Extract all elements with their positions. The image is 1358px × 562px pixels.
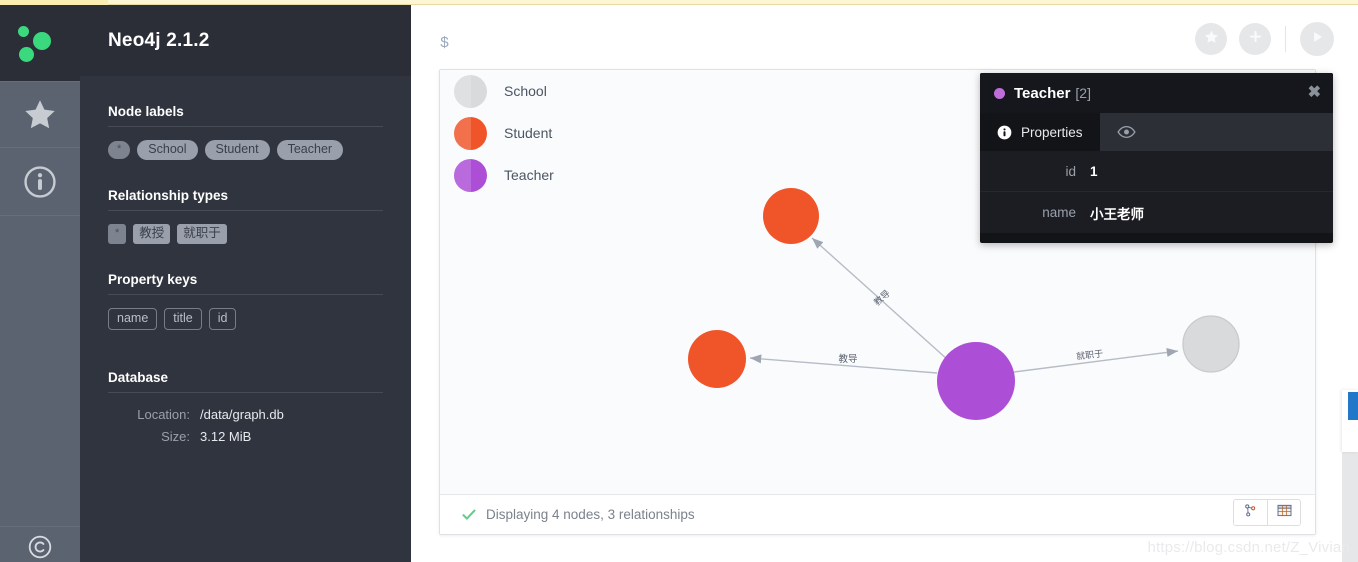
divider — [108, 391, 383, 393]
property-keys-chip-row: name title id — [108, 308, 383, 330]
inspector-node-id: [2] — [1075, 85, 1091, 101]
graph-view-icon — [1244, 503, 1257, 522]
eye-icon — [1116, 125, 1136, 139]
play-icon — [1309, 29, 1325, 50]
database-row-size: Size: 3.12 MiB — [108, 429, 383, 444]
icon-rail — [0, 5, 80, 562]
database-location-label: Location: — [137, 406, 190, 422]
copyright-icon — [27, 534, 53, 560]
rail-item-copyright[interactable] — [0, 526, 80, 562]
rel-label-teacher-school: 就职于 — [1075, 347, 1103, 361]
database-size-label: Size: — [161, 428, 190, 444]
rail-item-database-info[interactable] — [0, 149, 80, 216]
view-toggle-group — [1233, 499, 1301, 526]
property-value-id: 1 — [1090, 163, 1098, 179]
node-label-chip-student[interactable]: Student — [204, 140, 270, 160]
property-keys-heading: Property keys — [108, 272, 198, 288]
star-icon — [1203, 29, 1220, 50]
database-size-value: 3.12 MiB — [200, 428, 252, 444]
table-view-button[interactable] — [1267, 500, 1300, 525]
plus-icon — [1247, 28, 1264, 50]
inspector-tabs: Properties — [980, 113, 1333, 151]
node-labels-chip-row: * School Student Teacher — [108, 140, 383, 160]
divider — [108, 209, 383, 211]
result-status-bar: Displaying 4 nodes, 3 relationships — [440, 494, 1315, 534]
relationship-types-chip-row: * 教授 就职于 — [108, 223, 383, 245]
action-divider — [1285, 26, 1286, 52]
property-key-name: name — [1042, 205, 1076, 220]
rel-label-teacher-student-b: 教导 — [838, 353, 857, 365]
inspector-header: Teacher [2] ✖ — [980, 73, 1333, 113]
tab-properties-label: Properties — [1021, 124, 1083, 140]
divider — [108, 126, 383, 127]
node-labels-heading: Node labels — [108, 104, 184, 119]
table-view-icon — [1277, 504, 1292, 522]
rel-type-chip-jiuzhiyu[interactable]: 就职于 — [177, 223, 227, 245]
app-title: Neo4j 2.1.2 — [108, 29, 210, 51]
property-row-name: name 小王老师 — [980, 192, 1333, 233]
query-prompt-symbol: $ — [440, 35, 450, 52]
page-scrollbar-thumb[interactable] — [1348, 392, 1358, 420]
info-sidebar: Neo4j 2.1.2 Node labels * School Student… — [80, 5, 411, 562]
property-value-name: 小王老师 — [1090, 206, 1144, 222]
info-circle-icon — [23, 165, 57, 199]
result-status-text: Displaying 4 nodes, 3 relationships — [486, 507, 695, 522]
database-location-value: /data/graph.db — [200, 406, 284, 422]
node-color-dot — [994, 87, 1005, 99]
relationship-types-heading: Relationship types — [108, 187, 229, 203]
star-icon — [21, 97, 59, 133]
inspector-title: Teacher — [1014, 84, 1071, 102]
database-row-location: Location: /data/graph.db — [108, 407, 383, 422]
property-key-id: id — [1065, 163, 1076, 179]
app-logo — [0, 5, 80, 81]
graph-node-student-b[interactable] — [688, 330, 746, 388]
property-key-chip-id[interactable]: id — [208, 308, 237, 330]
run-query-button[interactable] — [1300, 22, 1334, 56]
graph-view-button[interactable] — [1234, 500, 1267, 525]
property-key-chip-name[interactable]: name — [108, 308, 158, 330]
info-circle-icon — [997, 125, 1012, 140]
rel-type-chip-jiaoshou[interactable]: 教授 — [133, 223, 171, 245]
node-label-chip-teacher[interactable]: Teacher — [276, 140, 344, 160]
graph-node-school[interactable] — [1182, 315, 1240, 373]
property-key-chip-title[interactable]: title — [164, 308, 202, 330]
divider — [108, 294, 383, 296]
rel-label-teacher-student-a: 教导 — [871, 287, 892, 307]
main-content: $ School Student Teacher 教导 教导 就职于 Displ… — [411, 5, 1358, 562]
neo4j-dots-logo-icon — [18, 23, 62, 65]
favorite-query-button[interactable] — [1195, 23, 1227, 55]
rel-type-chip-all[interactable]: * — [108, 223, 127, 245]
rail-item-favorites[interactable] — [0, 81, 80, 148]
tab-properties[interactable]: Properties — [980, 113, 1100, 151]
graph-node-student-a[interactable] — [763, 188, 819, 244]
neo4j-browser-window: Neo4j 2.1.2 Node labels * School Student… — [0, 0, 1358, 562]
database-details: Location: /data/graph.db Size: 3.12 MiB — [108, 407, 383, 444]
graph-node-teacher[interactable] — [937, 342, 1015, 420]
node-label-chip-all[interactable]: * — [108, 140, 131, 159]
tab-style[interactable] — [1100, 113, 1153, 151]
check-icon — [462, 509, 476, 521]
property-row-id: id 1 — [980, 151, 1333, 192]
editor-actions — [1195, 22, 1334, 56]
node-label-chip-school[interactable]: School — [137, 140, 198, 160]
inspector-properties: id 1 name 小王老师 — [980, 151, 1333, 233]
database-heading: Database — [108, 369, 169, 385]
add-query-button[interactable] — [1239, 23, 1271, 55]
node-inspector-panel: Teacher [2] ✖ Properties id 1 name 小王老师 — [980, 73, 1333, 243]
sidebar-header: Neo4j 2.1.2 — [80, 5, 411, 76]
close-icon[interactable]: ✖ — [1308, 85, 1321, 101]
